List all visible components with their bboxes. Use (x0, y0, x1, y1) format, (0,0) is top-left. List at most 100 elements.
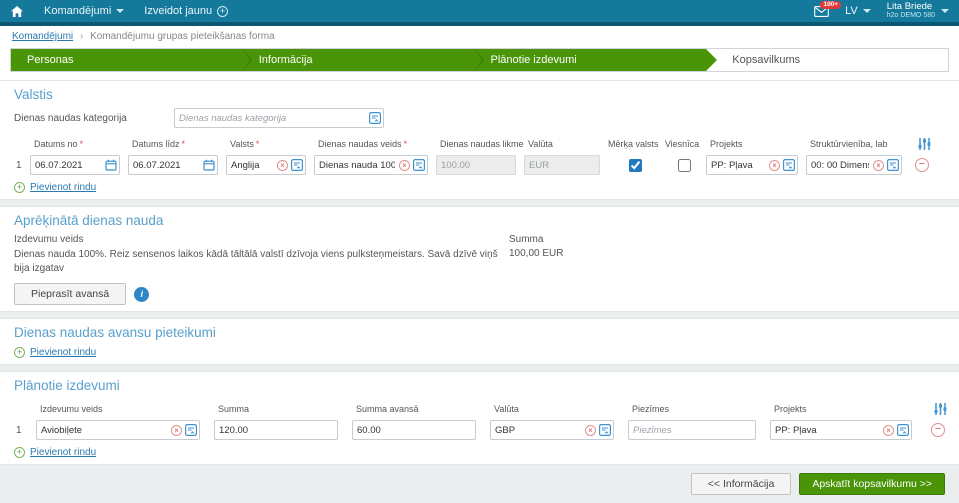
column-settings-cell (910, 134, 934, 155)
clear-icon[interactable]: × (585, 425, 596, 436)
viesnica-checkbox[interactable] (678, 159, 691, 172)
user-menu[interactable]: Lita Briede h2o DEMO 580 (887, 2, 949, 20)
column-settings-cell (926, 399, 950, 420)
summa-value: 100,00 EUR (509, 248, 563, 259)
datums-lidz-field (128, 155, 218, 175)
language-label: LV (845, 5, 858, 17)
lookup-icon[interactable] (291, 159, 303, 171)
col-header-piezimes: Piezīmes (628, 401, 764, 418)
messages-badge: 100+ (820, 1, 841, 9)
section-title-avansi: Dienas naudas avansu pieteikumi (14, 325, 945, 340)
step-informacija[interactable]: Informācija (243, 49, 475, 71)
piezimes-input[interactable] (628, 420, 756, 440)
likme-field (436, 155, 516, 175)
clear-icon[interactable]: × (873, 160, 884, 171)
add-row-link[interactable]: Pievienot rindu (30, 347, 96, 358)
plus-circle-icon: + (217, 6, 228, 17)
section-aprekinata: Aprēķinātā dienas nauda Izdevumu veids D… (0, 206, 959, 312)
col-header-likme: Dienas naudas likme (436, 136, 524, 153)
valstis-table-header: Datums no* Datums līdz* Valsts* Dienas n… (14, 134, 945, 155)
clear-icon[interactable]: × (883, 425, 894, 436)
lookup-icon[interactable] (897, 424, 909, 436)
clear-icon[interactable]: × (277, 160, 288, 171)
remove-row-icon[interactable]: − (931, 423, 945, 437)
column-filter-icon[interactable] (917, 137, 932, 151)
projekts-field: × (706, 155, 798, 175)
apskatit-kopsavilkumu-button[interactable]: Apskatīt kopsavilkumu >> (799, 473, 945, 495)
nav-komandejumi-label: Komandējumi (44, 5, 111, 17)
valuta-input (524, 155, 600, 175)
plus-circle-icon: + (14, 447, 25, 458)
col-header-strukturvieniba: Struktūrvienība, lab (806, 136, 910, 153)
strukturvieniba-field: × (806, 155, 902, 175)
nav-izveidot-jaunu[interactable]: Izveidot jaunu + (144, 5, 228, 17)
breadcrumb-link-komandejumi[interactable]: Komandējumi (12, 31, 73, 42)
lookup-icon[interactable] (413, 159, 425, 171)
clear-icon[interactable]: × (769, 160, 780, 171)
dienas-nauda-description: Dienas nauda 100%. Reiz sensenos laikos … (14, 248, 509, 275)
dienas-naudas-veids-field: × (314, 155, 428, 175)
col-header-datums-lidz: Datums līdz* (128, 136, 226, 153)
summa-avansa-input[interactable] (352, 420, 476, 440)
messages-button[interactable]: 100+ (814, 6, 829, 17)
datums-no-field (30, 155, 120, 175)
izdevumi-table-header: Izdevumu veids Summa Summa avansā Valūta… (14, 399, 945, 420)
plus-circle-icon: + (14, 347, 25, 358)
izdevumu-veids-field: × (36, 420, 200, 440)
add-row-link[interactable]: Pievienot rindu (30, 447, 96, 458)
lookup-icon[interactable] (783, 159, 795, 171)
step-personas[interactable]: Personas (11, 49, 243, 71)
info-icon[interactable]: i (134, 287, 149, 302)
add-row-izdevumi[interactable]: + Pievienot rindu (14, 447, 945, 458)
nav-komandejumi[interactable]: Komandējumi (44, 5, 124, 17)
lookup-icon[interactable] (185, 424, 197, 436)
chevron-down-icon (116, 9, 124, 13)
pieprasit-avansa-button[interactable]: Pieprasīt avansā (14, 283, 126, 305)
row-number: 1 (14, 425, 30, 436)
calendar-icon[interactable] (105, 159, 117, 171)
col-header-merka-valsts: Mērķa valsts (608, 136, 662, 153)
kategorija-input[interactable] (174, 108, 384, 128)
user-organization: h2o DEMO 580 (887, 12, 935, 20)
add-row-avansi[interactable]: + Pievienot rindu (14, 347, 945, 358)
summa-field (214, 420, 338, 440)
lookup-icon[interactable] (369, 112, 381, 124)
col-header-izdevumu-veids: Izdevumu veids (14, 234, 509, 245)
home-icon[interactable] (10, 5, 24, 18)
col-header-valuta: Valūta (524, 136, 608, 153)
calendar-icon[interactable] (203, 159, 215, 171)
clear-icon[interactable]: × (399, 160, 410, 171)
valstis-table-row: 1 × (14, 155, 945, 175)
section-avansi: Dienas naudas avansu pieteikumi + Pievie… (0, 318, 959, 365)
col-header-izdevumu-veids: Izdevumu veids (36, 401, 208, 418)
kategorija-label: Dienas naudas kategorija (14, 113, 174, 124)
step-personas-label: Personas (27, 54, 73, 66)
merka-valsts-checkbox[interactable] (629, 159, 642, 172)
step-informacija-label: Informācija (259, 54, 313, 66)
step-kopsavilkums[interactable]: Kopsavilkums (706, 49, 948, 71)
valsts-field: × (226, 155, 306, 175)
remove-row-icon[interactable]: − (915, 158, 929, 172)
clear-icon[interactable]: × (171, 425, 182, 436)
breadcrumb-current: Komandējumu grupas pieteikšanas forma (90, 31, 275, 42)
section-izdevumi: Plānotie izdevumi Izdevumu veids Summa S… (0, 371, 959, 465)
language-selector[interactable]: LV (845, 5, 871, 17)
column-filter-icon[interactable] (933, 402, 948, 416)
section-title-aprekinata: Aprēķinātā dienas nauda (14, 213, 945, 228)
lookup-icon[interactable] (599, 424, 611, 436)
add-row-valstis[interactable]: + Pievienot rindu (14, 182, 945, 193)
breadcrumb-separator: › (80, 31, 83, 42)
col-header-valuta: Valūta (490, 401, 622, 418)
col-header-projekts: Projekts (706, 136, 806, 153)
wizard-step-bar: Personas Informācija Plānotie izdevumi K… (10, 48, 949, 72)
lookup-icon[interactable] (887, 159, 899, 171)
step-planotie-izdevumi[interactable]: Plānotie izdevumi (475, 49, 707, 71)
section-title-izdevumi: Plānotie izdevumi (14, 378, 945, 393)
summa-avansa-field (352, 420, 476, 440)
aprekinata-columns: Izdevumu veids Dienas nauda 100%. Reiz s… (14, 234, 945, 275)
summa-input[interactable] (214, 420, 338, 440)
chevron-down-icon (863, 9, 871, 13)
add-row-link[interactable]: Pievienot rindu (30, 182, 96, 193)
col-header-projekts: Projekts (770, 401, 920, 418)
back-informacija-button[interactable]: << Informācija (691, 473, 792, 495)
